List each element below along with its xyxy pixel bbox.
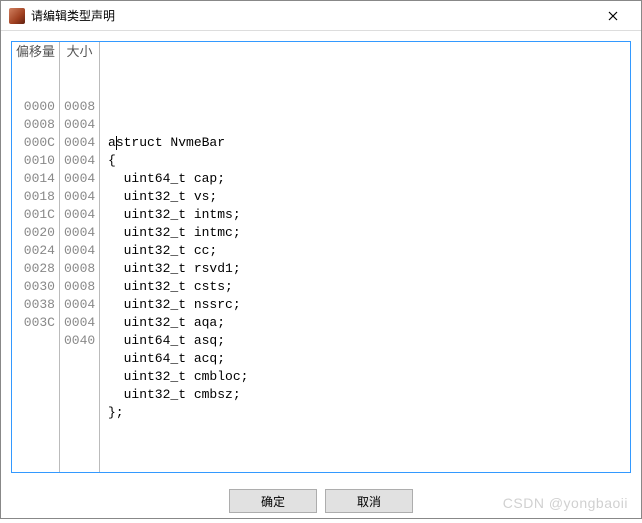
code-line[interactable]: uint32_t aqa; xyxy=(104,314,630,332)
offset-header: 偏移量 xyxy=(12,44,59,62)
close-icon xyxy=(608,11,618,21)
size-cell: 0004 xyxy=(60,188,99,206)
size-cell xyxy=(60,62,99,80)
offset-cell: 0018 xyxy=(12,188,59,206)
code-line[interactable]: uint64_t asq; xyxy=(104,332,630,350)
offset-cell xyxy=(12,332,59,350)
size-header: 大小 xyxy=(60,44,99,62)
size-cell xyxy=(60,80,99,98)
code-line[interactable]: uint32_t cmbsz; xyxy=(104,386,630,404)
button-bar: 确定 取消 xyxy=(1,483,641,523)
code-line[interactable]: uint64_t acq; xyxy=(104,350,630,368)
size-cell: 0004 xyxy=(60,152,99,170)
size-cell: 0008 xyxy=(60,260,99,278)
close-button[interactable] xyxy=(593,2,633,30)
size-column: 大小 0008000400040004000400040004000400040… xyxy=(60,42,100,472)
ok-button[interactable]: 确定 xyxy=(229,489,317,513)
code-editor[interactable]: astruct NvmeBar{ uint64_t cap; uint32_t … xyxy=(100,42,630,472)
offset-cell: 0024 xyxy=(12,242,59,260)
dialog-content: 偏移量 00000008000C001000140018001C00200024… xyxy=(1,31,641,483)
app-icon xyxy=(9,8,25,24)
code-line[interactable]: { xyxy=(104,152,630,170)
code-line[interactable]: uint32_t cc; xyxy=(104,242,630,260)
offset-cell: 0038 xyxy=(12,296,59,314)
offset-cell: 0000 xyxy=(12,98,59,116)
cancel-button[interactable]: 取消 xyxy=(325,489,413,513)
offset-cell: 003C xyxy=(12,314,59,332)
size-cell: 0004 xyxy=(60,206,99,224)
offset-cell xyxy=(12,62,59,80)
size-cell: 0004 xyxy=(60,242,99,260)
size-cell: 0004 xyxy=(60,296,99,314)
code-line[interactable]: uint32_t vs; xyxy=(104,188,630,206)
window-title: 请编辑类型声明 xyxy=(31,7,593,24)
code-line[interactable]: uint64_t cap; xyxy=(104,170,630,188)
size-cell: 0004 xyxy=(60,116,99,134)
offset-cell: 0010 xyxy=(12,152,59,170)
code-line[interactable]: uint32_t csts; xyxy=(104,278,630,296)
code-line[interactable]: uint32_t nssrc; xyxy=(104,296,630,314)
code-line[interactable]: }; xyxy=(104,404,630,422)
offset-cell xyxy=(12,80,59,98)
editor-panel: 偏移量 00000008000C001000140018001C00200024… xyxy=(11,41,631,473)
offset-cell: 0014 xyxy=(12,170,59,188)
code-line[interactable]: astruct NvmeBar xyxy=(104,134,630,152)
size-cell: 0008 xyxy=(60,98,99,116)
size-cell: 0004 xyxy=(60,314,99,332)
offset-cell: 0030 xyxy=(12,278,59,296)
offset-cell: 0028 xyxy=(12,260,59,278)
offset-column: 偏移量 00000008000C001000140018001C00200024… xyxy=(12,42,60,472)
code-line[interactable]: uint32_t rsvd1; xyxy=(104,260,630,278)
offset-cell: 000C xyxy=(12,134,59,152)
code-line[interactable]: uint32_t intmc; xyxy=(104,224,630,242)
offset-cell: 001C xyxy=(12,206,59,224)
titlebar: 请编辑类型声明 xyxy=(1,1,641,31)
offset-cell: 0008 xyxy=(12,116,59,134)
code-line[interactable]: uint32_t intms; xyxy=(104,206,630,224)
size-cell: 0040 xyxy=(60,332,99,350)
size-cell: 0004 xyxy=(60,134,99,152)
size-cell: 0004 xyxy=(60,170,99,188)
size-cell: 0008 xyxy=(60,278,99,296)
size-cell: 0004 xyxy=(60,224,99,242)
code-line[interactable]: uint32_t cmbloc; xyxy=(104,368,630,386)
offset-cell: 0020 xyxy=(12,224,59,242)
